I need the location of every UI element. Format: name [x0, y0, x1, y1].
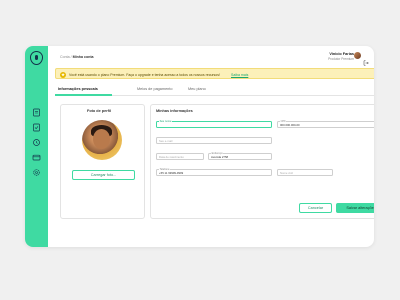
- email-field[interactable]: Seu e-mail: [156, 137, 272, 144]
- tab-bar: Informações pessoais Meios de pagamento …: [55, 86, 374, 96]
- breadcrumb-parent[interactable]: Conta: [60, 55, 70, 59]
- tab-my-plan[interactable]: Meu plano: [188, 87, 206, 91]
- sidebar: [25, 46, 48, 247]
- logo-icon[interactable]: [30, 51, 43, 65]
- banner-text: Você está usando o plano Premium. Faça o…: [69, 72, 220, 77]
- premium-banner: ★ Você está usando o plano Premium. Faça…: [55, 68, 374, 79]
- card-icon[interactable]: [32, 153, 41, 162]
- civil-name-field[interactable]: Nome civil: [277, 169, 333, 176]
- app-window: Conta / Minha conta Vinicio Farias Produ…: [25, 46, 374, 247]
- birth-date-field[interactable]: Data de nascimento: [156, 153, 204, 160]
- phone-field[interactable]: Telefone +55 11 99999-9999: [156, 168, 272, 176]
- profile-photo-card: Foto de perfil Carregar foto...: [60, 104, 145, 219]
- photo-face: [93, 129, 110, 149]
- avatar[interactable]: [354, 52, 361, 59]
- star-icon: ★: [60, 71, 66, 78]
- upload-photo-button[interactable]: Carregar foto...: [72, 170, 135, 180]
- checklist-icon[interactable]: [32, 123, 41, 132]
- my-info-title: Minhas informações: [156, 109, 193, 113]
- birth-date-placeholder: Data de nascimento: [159, 155, 184, 159]
- breadcrumb-current: Minha conta: [72, 55, 94, 59]
- cancel-button[interactable]: Cancelar: [299, 203, 332, 213]
- document-icon[interactable]: [32, 108, 41, 117]
- active-tab-indicator: [55, 94, 112, 96]
- profile-photo: [82, 120, 122, 160]
- cpf-field[interactable]: CPF 000.000.000-00: [277, 120, 374, 128]
- settings-icon[interactable]: [32, 168, 41, 177]
- email-field-placeholder: Seu e-mail: [159, 139, 173, 143]
- user-info[interactable]: Vinicio Farias Produtor Premium: [328, 52, 354, 61]
- cpf-field-value: 000.000.000-00: [280, 123, 300, 127]
- banner-link[interactable]: Saiba mais: [231, 73, 248, 77]
- topbar: Conta / Minha conta Vinicio Farias Produ…: [48, 46, 374, 68]
- name-field[interactable]: Seu nome: [156, 120, 272, 128]
- profile-photo-title: Foto de perfil: [87, 109, 112, 113]
- address-field[interactable]: Endereço Avenida 2758: [208, 152, 272, 160]
- tab-payment-methods[interactable]: Meios de pagamento: [137, 87, 172, 91]
- history-icon[interactable]: [32, 138, 41, 147]
- logout-icon[interactable]: [363, 53, 369, 66]
- user-role: Produtor Premium: [328, 57, 354, 61]
- address-field-value: Avenida 2758: [211, 155, 229, 159]
- save-changes-button[interactable]: Salvar alterações: [336, 203, 374, 213]
- name-field-label: Seu nome: [159, 120, 173, 123]
- civil-name-placeholder: Nome civil: [280, 171, 293, 175]
- phone-field-value: +55 11 99999-9999: [159, 171, 184, 175]
- user-name: Vinicio Farias: [329, 52, 354, 56]
- my-info-card: Minhas informações Seu nome CPF 000.000.…: [150, 104, 374, 219]
- tab-personal-info[interactable]: Informações pessoais: [58, 87, 98, 91]
- breadcrumb: Conta / Minha conta: [60, 55, 94, 59]
